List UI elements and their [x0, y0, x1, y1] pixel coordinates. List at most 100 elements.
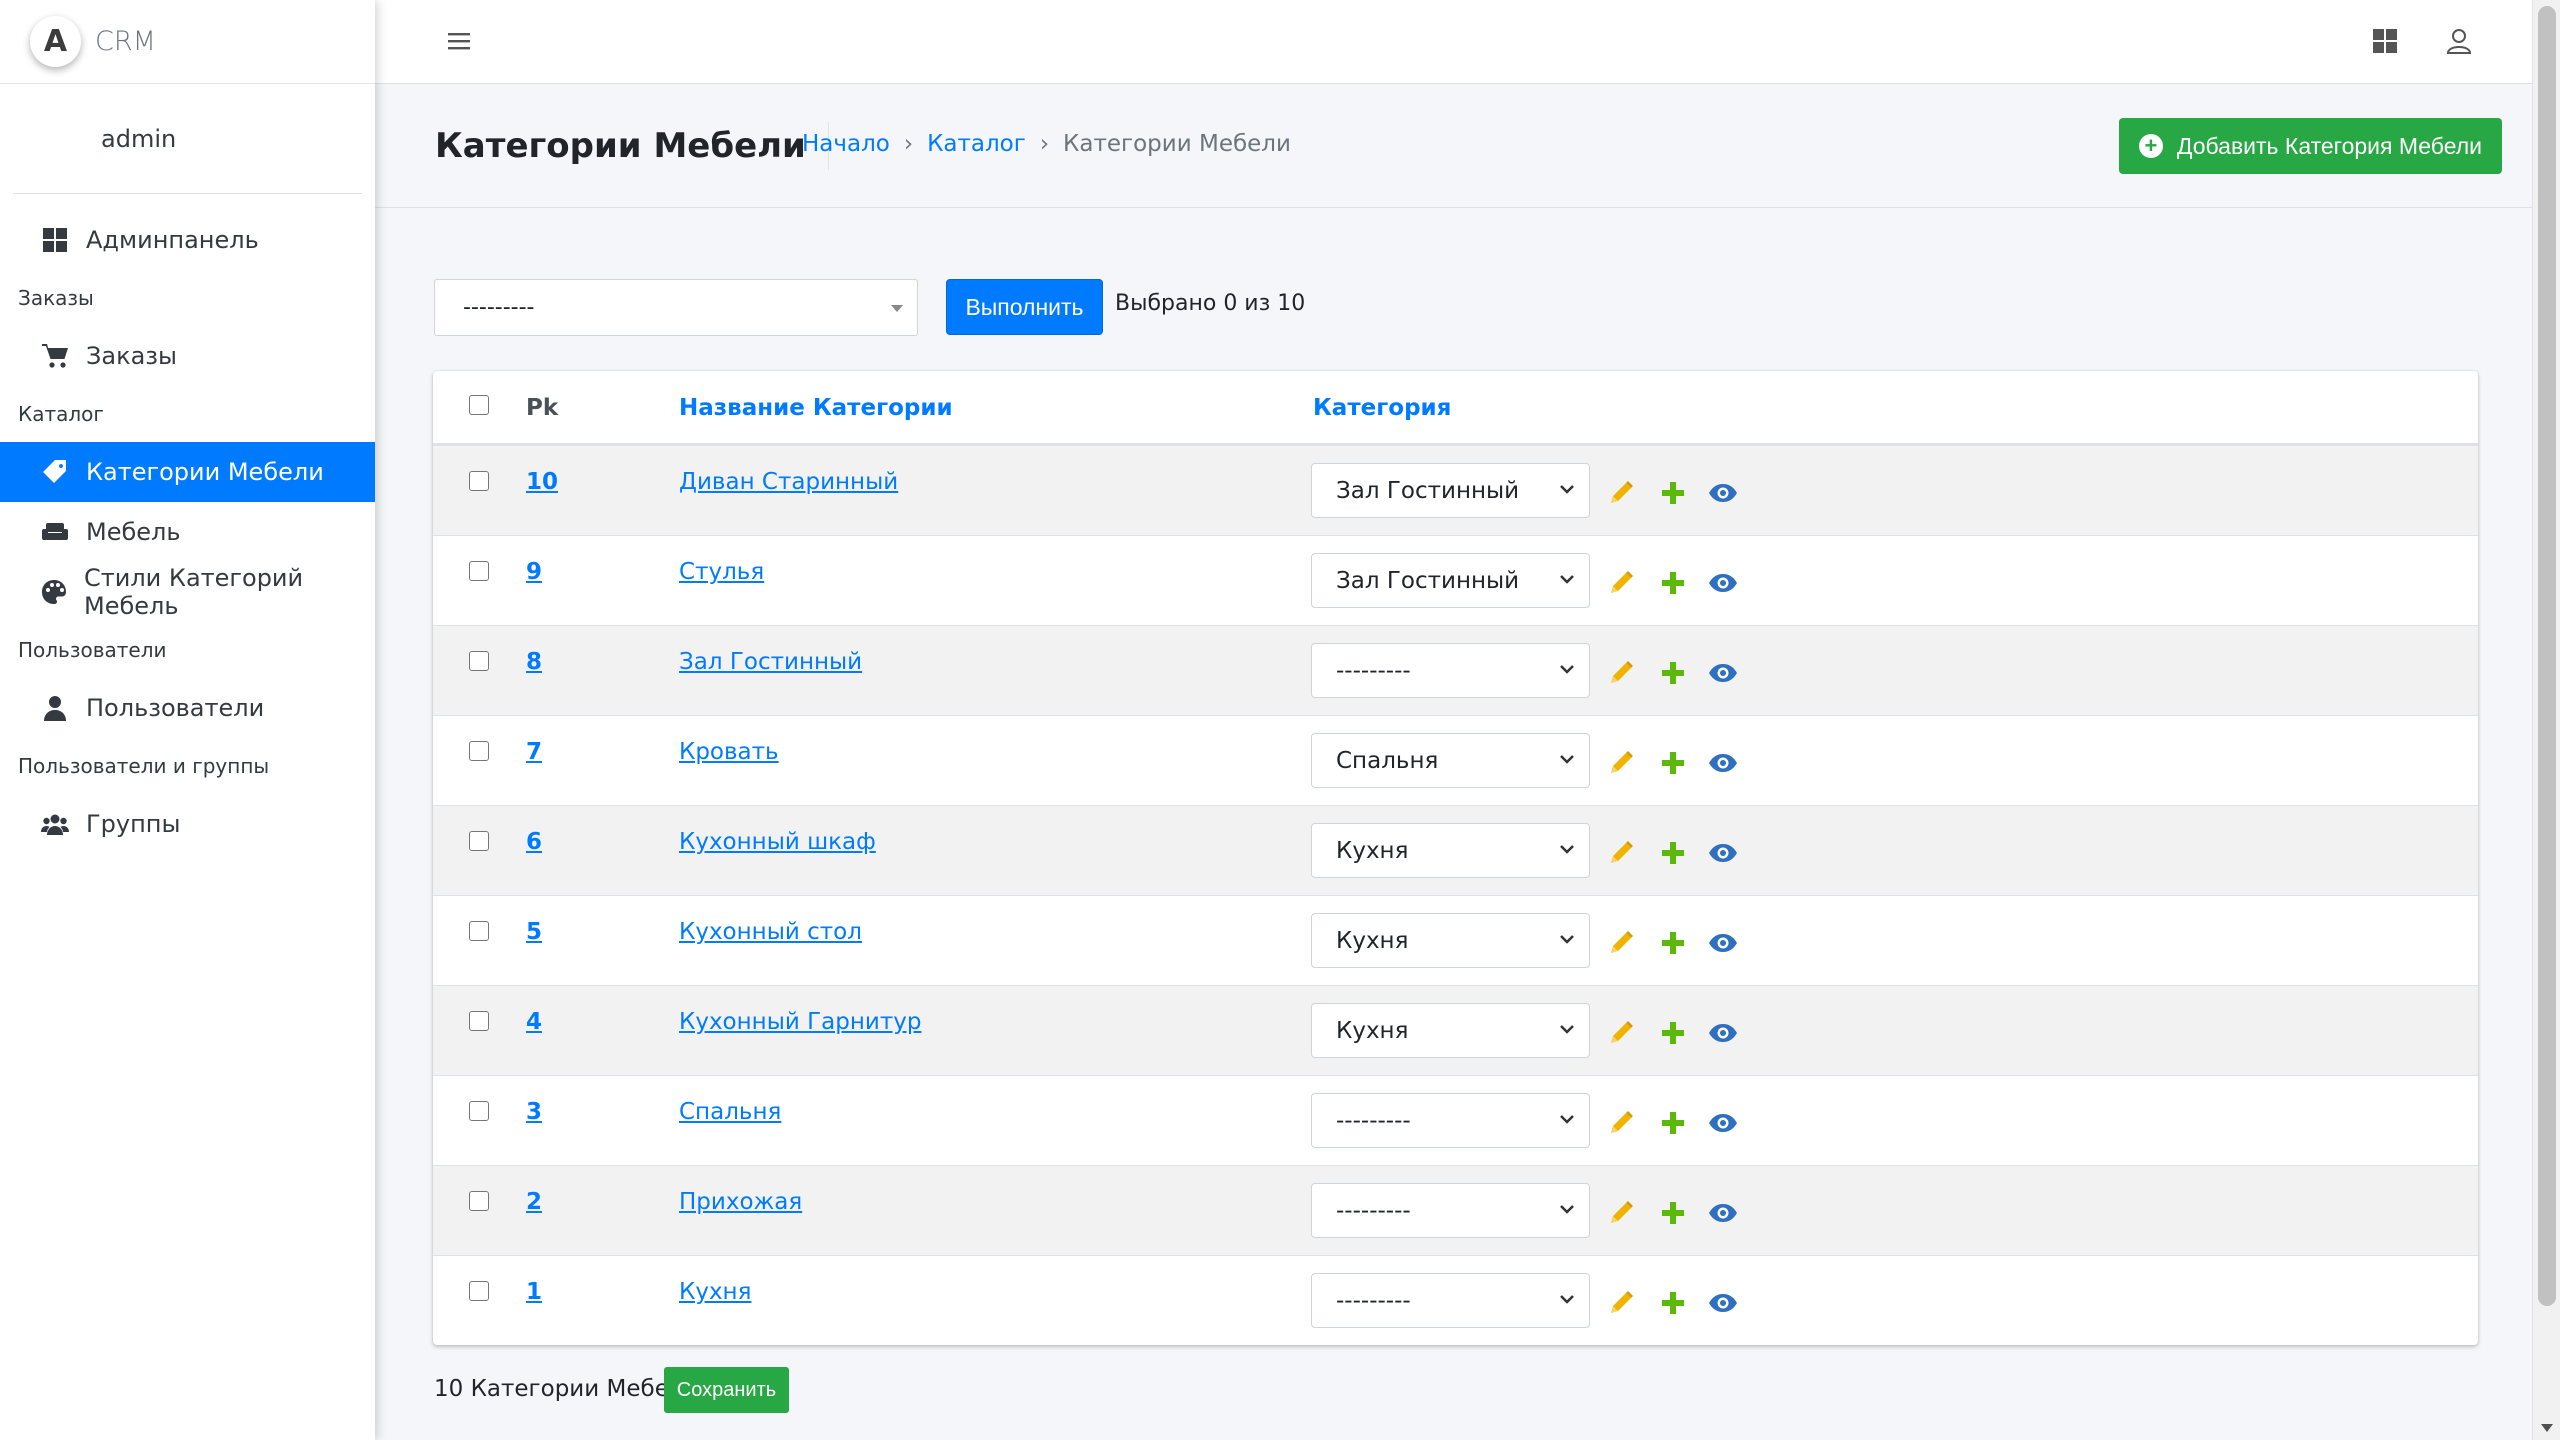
- results-table: Pk Название Категории Категория 10 Диван…: [433, 371, 2478, 1345]
- scrollbar-thumb[interactable]: [2538, 6, 2556, 1306]
- row-checkbox[interactable]: [469, 1191, 489, 1211]
- sidebar-item[interactable]: Группы: [0, 794, 375, 854]
- row-checkbox[interactable]: [469, 831, 489, 851]
- table-row: 6 Кухонный шкаф Кухня: [433, 805, 2478, 895]
- row-name-link[interactable]: Диван Старинный: [679, 469, 898, 495]
- sidebar-item[interactable]: Стили Категорий Мебель: [0, 562, 375, 622]
- bulk-action-select[interactable]: ---------: [434, 279, 918, 336]
- row-name-link[interactable]: Стулья: [679, 559, 764, 585]
- row-name-link[interactable]: Спальня: [679, 1099, 781, 1125]
- pencil-edit-icon[interactable]: [1606, 1108, 1636, 1138]
- row-pk-link[interactable]: 7: [526, 739, 542, 765]
- plus-add-icon[interactable]: [1658, 1198, 1688, 1228]
- row-pk-link[interactable]: 9: [526, 559, 542, 585]
- row-name-link[interactable]: Кровать: [679, 739, 779, 765]
- pencil-edit-icon[interactable]: [1606, 748, 1636, 778]
- row-category-select[interactable]: Спальня: [1311, 733, 1590, 788]
- row-category-select[interactable]: Кухня: [1311, 823, 1590, 878]
- row-pk-link[interactable]: 6: [526, 829, 542, 855]
- eye-view-icon[interactable]: [1708, 928, 1738, 958]
- save-button[interactable]: Сохранить: [664, 1367, 789, 1413]
- row-name-link[interactable]: Кухонный стол: [679, 919, 862, 945]
- eye-view-icon[interactable]: [1708, 568, 1738, 598]
- row-category-select[interactable]: ---------: [1311, 643, 1590, 698]
- eye-view-icon[interactable]: [1708, 838, 1738, 868]
- row-category-select[interactable]: Кухня: [1311, 1003, 1590, 1058]
- sidebar-item[interactable]: Мебель: [0, 502, 375, 562]
- row-pk-link[interactable]: 5: [526, 919, 542, 945]
- pencil-edit-icon[interactable]: [1606, 928, 1636, 958]
- row-name-link[interactable]: Зал Гостинный: [679, 649, 862, 675]
- pencil-edit-icon[interactable]: [1606, 478, 1636, 508]
- sidebar-item[interactable]: Заказы: [0, 326, 375, 386]
- pencil-edit-icon[interactable]: [1606, 1288, 1636, 1318]
- plus-add-icon[interactable]: [1658, 1108, 1688, 1138]
- plus-add-icon[interactable]: [1658, 658, 1688, 688]
- pencil-edit-icon[interactable]: [1606, 1018, 1636, 1048]
- row-pk-link[interactable]: 10: [526, 469, 558, 495]
- chevron-down-icon: [1557, 479, 1577, 499]
- row-pk-link[interactable]: 8: [526, 649, 542, 675]
- pencil-edit-icon[interactable]: [1606, 1198, 1636, 1228]
- column-header-pk[interactable]: Pk: [526, 395, 558, 421]
- row-category-select[interactable]: Кухня: [1311, 913, 1590, 968]
- row-pk-link[interactable]: 4: [526, 1009, 542, 1035]
- plus-add-icon[interactable]: [1658, 928, 1688, 958]
- row-checkbox[interactable]: [469, 1281, 489, 1301]
- breadcrumb-home[interactable]: Начало: [802, 131, 890, 157]
- sidebar-item[interactable]: Админпанель: [0, 210, 375, 270]
- pencil-edit-icon[interactable]: [1606, 658, 1636, 688]
- row-category-select[interactable]: Зал Гостинный: [1311, 553, 1590, 608]
- row-category-select[interactable]: ---------: [1311, 1273, 1590, 1328]
- column-header-category[interactable]: Категория: [1313, 395, 1451, 421]
- hamburger-menu-icon[interactable]: [445, 27, 473, 55]
- eye-view-icon[interactable]: [1708, 1288, 1738, 1318]
- breadcrumb-catalog[interactable]: Каталог: [927, 131, 1026, 157]
- row-checkbox[interactable]: [469, 651, 489, 671]
- grid-apps-icon[interactable]: [2370, 26, 2400, 56]
- brand-link[interactable]: A CRM: [0, 0, 375, 84]
- scroll-down-arrow-icon[interactable]: [2541, 1424, 2553, 1432]
- row-checkbox[interactable]: [469, 1101, 489, 1121]
- row-checkbox[interactable]: [469, 741, 489, 761]
- row-name-link[interactable]: Кухонный шкаф: [679, 829, 876, 855]
- user-account-icon[interactable]: [2444, 26, 2474, 56]
- eye-view-icon[interactable]: [1708, 658, 1738, 688]
- column-header-name[interactable]: Название Категории: [679, 395, 953, 421]
- select-all-checkbox[interactable]: [469, 395, 489, 415]
- plus-add-icon[interactable]: [1658, 838, 1688, 868]
- plus-add-icon[interactable]: [1658, 478, 1688, 508]
- page-scrollbar[interactable]: [2532, 0, 2560, 1440]
- plus-add-icon[interactable]: [1658, 748, 1688, 778]
- plus-add-icon[interactable]: [1658, 1288, 1688, 1318]
- eye-view-icon[interactable]: [1708, 1108, 1738, 1138]
- eye-view-icon[interactable]: [1708, 1018, 1738, 1048]
- row-checkbox[interactable]: [469, 561, 489, 581]
- row-name-link[interactable]: Прихожая: [679, 1189, 802, 1215]
- sidebar-item[interactable]: Категории Мебели: [0, 442, 375, 502]
- plus-add-icon[interactable]: [1658, 568, 1688, 598]
- row-name-link[interactable]: Кухня: [679, 1279, 751, 1305]
- pencil-edit-icon[interactable]: [1606, 568, 1636, 598]
- row-category-value: ---------: [1336, 1107, 1411, 1134]
- row-pk-link[interactable]: 3: [526, 1099, 542, 1125]
- row-checkbox[interactable]: [469, 471, 489, 491]
- row-category-select[interactable]: Зал Гостинный: [1311, 463, 1590, 518]
- plus-add-icon[interactable]: [1658, 1018, 1688, 1048]
- eye-view-icon[interactable]: [1708, 478, 1738, 508]
- nav-section-header: Пользователи и группы: [18, 754, 270, 778]
- run-action-button[interactable]: Выполнить: [946, 279, 1103, 335]
- row-pk-link[interactable]: 1: [526, 1279, 542, 1305]
- eye-view-icon[interactable]: [1708, 748, 1738, 778]
- add-category-button[interactable]: + Добавить Категория Мебели: [2118, 118, 2502, 174]
- row-checkbox[interactable]: [469, 921, 489, 941]
- row-checkbox[interactable]: [469, 1011, 489, 1031]
- user-name[interactable]: admin: [101, 125, 176, 153]
- sidebar-item[interactable]: Пользователи: [0, 678, 375, 738]
- row-category-select[interactable]: ---------: [1311, 1093, 1590, 1148]
- row-category-select[interactable]: ---------: [1311, 1183, 1590, 1238]
- pencil-edit-icon[interactable]: [1606, 838, 1636, 868]
- eye-view-icon[interactable]: [1708, 1198, 1738, 1228]
- row-pk-link[interactable]: 2: [526, 1189, 542, 1215]
- row-name-link[interactable]: Кухонный Гарнитур: [679, 1009, 921, 1035]
